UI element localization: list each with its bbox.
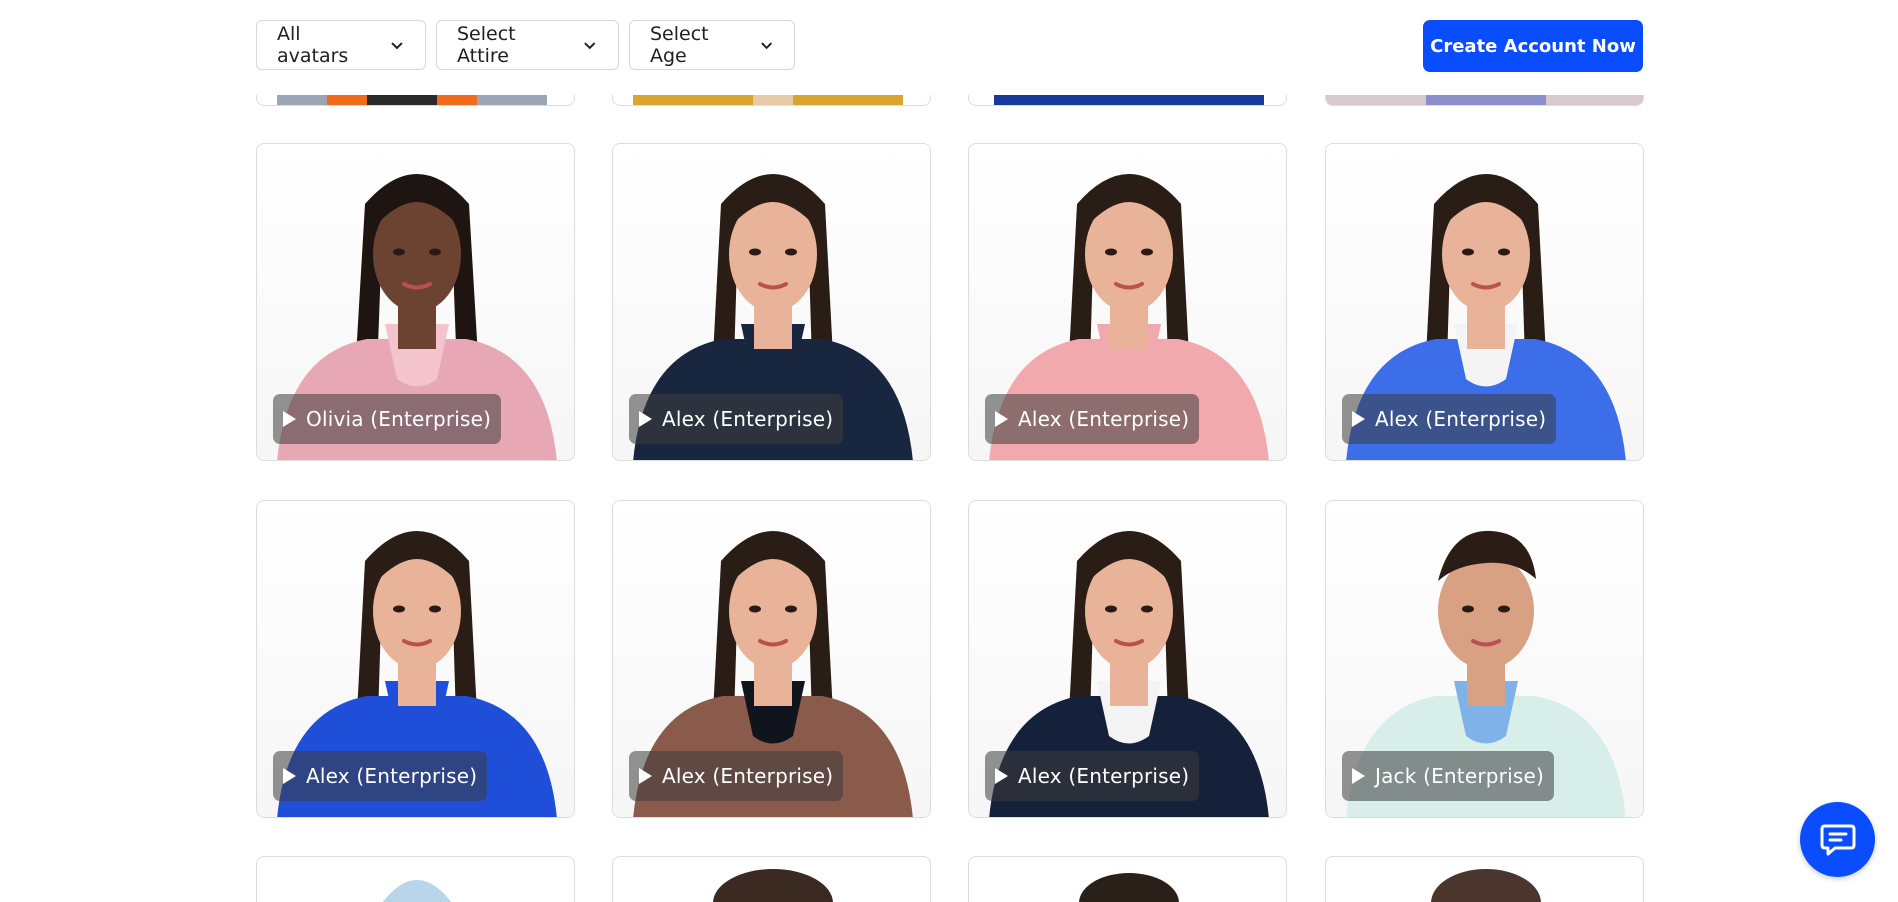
avatar-card-partial[interactable] xyxy=(968,856,1287,902)
avatar-name-label: Alex (Enterprise) xyxy=(306,764,478,788)
avatar-card[interactable]: Olivia (Enterprise) xyxy=(256,143,575,461)
create-account-button[interactable]: Create Account Now xyxy=(1423,20,1643,72)
play-icon xyxy=(1352,411,1365,427)
chat-support-button[interactable] xyxy=(1800,802,1875,877)
avatar-name-pill[interactable]: Alex (Enterprise) xyxy=(273,751,488,801)
avatar-name-label: Alex (Enterprise) xyxy=(1018,407,1190,431)
avatar-name-label: Alex (Enterprise) xyxy=(662,407,834,431)
avatar-name-pill[interactable]: Alex (Enterprise) xyxy=(629,394,844,444)
play-icon xyxy=(1352,768,1365,784)
chevron-down-icon xyxy=(391,42,403,50)
avatar-name-label: Olivia (Enterprise) xyxy=(306,407,492,431)
avatar-name-label: Alex (Enterprise) xyxy=(662,764,834,788)
avatar-thumbnail xyxy=(1079,873,1179,902)
avatar-card[interactable]: Alex (Enterprise) xyxy=(256,500,575,818)
avatar-name-pill[interactable]: Alex (Enterprise) xyxy=(985,751,1200,801)
chat-bubble-icon xyxy=(1820,824,1855,855)
avatar-name-label: Alex (Enterprise) xyxy=(1018,764,1190,788)
play-icon xyxy=(639,768,652,784)
play-icon xyxy=(283,411,296,427)
all-avatars-label: All avatars xyxy=(277,23,349,67)
filter-bar: All avatars Select Attire Select Age Cre… xyxy=(0,0,1898,95)
select-attire-dropdown[interactable]: Select Attire xyxy=(436,20,619,70)
avatar-card-partial[interactable] xyxy=(256,856,575,902)
avatar-name-pill[interactable]: Jack (Enterprise) xyxy=(1342,751,1554,801)
avatar-thumbnail xyxy=(1431,869,1541,902)
avatar-card[interactable]: Alex (Enterprise) xyxy=(968,143,1287,461)
play-icon xyxy=(639,411,652,427)
select-age-dropdown[interactable]: Select Age xyxy=(629,20,795,70)
avatar-name-label: Alex (Enterprise) xyxy=(1375,407,1547,431)
avatar-thumbnail xyxy=(382,880,452,902)
avatar-card-partial[interactable] xyxy=(612,856,931,902)
avatar-card[interactable]: Jack (Enterprise) xyxy=(1325,500,1644,818)
select-attire-label: Select Attire xyxy=(457,23,516,67)
play-icon xyxy=(995,411,1008,427)
select-age-label: Select Age xyxy=(650,23,709,67)
chevron-down-icon xyxy=(760,42,772,50)
all-avatars-dropdown[interactable]: All avatars xyxy=(256,20,426,70)
avatar-name-pill[interactable]: Alex (Enterprise) xyxy=(1342,394,1557,444)
avatar-name-pill[interactable]: Alex (Enterprise) xyxy=(629,751,844,801)
play-icon xyxy=(995,768,1008,784)
avatar-card[interactable]: Alex (Enterprise) xyxy=(1325,143,1644,461)
avatar-thumbnail xyxy=(713,869,833,902)
avatar-card-partial[interactable] xyxy=(1325,856,1644,902)
chevron-down-icon xyxy=(584,42,596,50)
avatar-name-label: Jack (Enterprise) xyxy=(1375,764,1544,788)
avatar-card[interactable]: Alex (Enterprise) xyxy=(612,500,931,818)
avatar-name-pill[interactable]: Olivia (Enterprise) xyxy=(273,394,502,444)
avatar-name-pill[interactable]: Alex (Enterprise) xyxy=(985,394,1200,444)
avatar-card[interactable]: Alex (Enterprise) xyxy=(612,143,931,461)
avatar-card[interactable]: Alex (Enterprise) xyxy=(968,500,1287,818)
play-icon xyxy=(283,768,296,784)
